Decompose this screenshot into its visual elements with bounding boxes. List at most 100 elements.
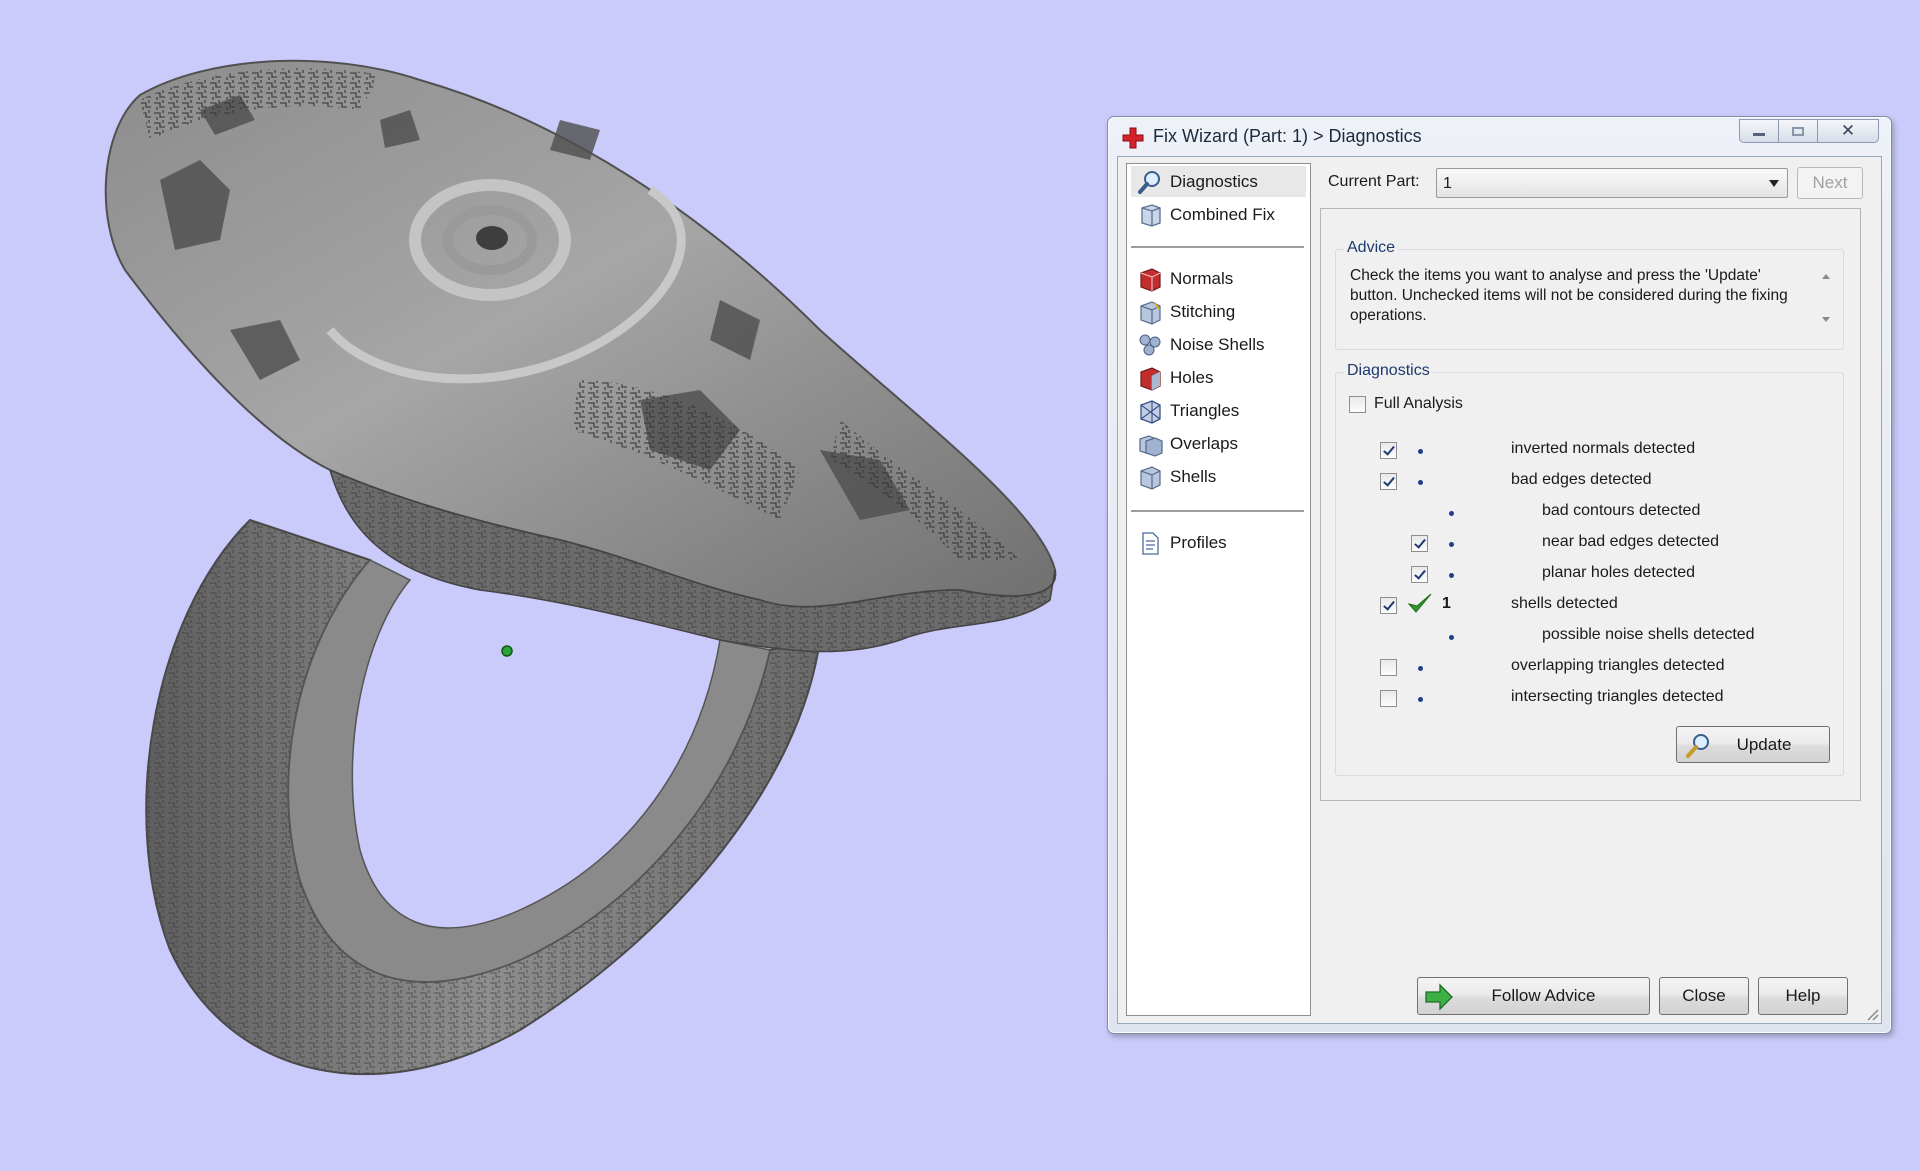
diagnostic-row-label: bad contours detected <box>1542 502 1701 519</box>
planar-holes-checkbox[interactable] <box>1411 566 1428 583</box>
nav-item-holes[interactable]: Holes <box>1131 362 1306 393</box>
red-cross-icon <box>1122 127 1144 149</box>
help-button-label: Help <box>1785 986 1821 1005</box>
near-bad-edges-checkbox[interactable] <box>1411 535 1428 552</box>
help-button[interactable]: Help <box>1758 977 1848 1015</box>
diagnostic-row-label: shells detected <box>1511 595 1618 612</box>
update-button[interactable]: Update <box>1676 726 1830 763</box>
advice-group: Advice Check the items you want to analy… <box>1335 239 1844 350</box>
normals-cube-icon <box>1140 267 1161 292</box>
diagnostics-group: Diagnostics Full Analysis inverted norma… <box>1335 362 1844 776</box>
follow-advice-label: Follow Advice <box>1491 986 1596 1005</box>
window-title: Fix Wizard (Part: 1) > Diagnostics <box>1153 126 1422 146</box>
shells-checkbox[interactable] <box>1380 597 1397 614</box>
nav-item-label: Combined Fix <box>1170 204 1275 224</box>
3d-viewport[interactable] <box>0 0 1100 1171</box>
step-navigation-list: Diagnostics Combined Fix Normals Stitchi… <box>1126 163 1311 1016</box>
inverted-normals-checkbox[interactable] <box>1380 442 1397 459</box>
triangles-icon <box>1140 399 1161 424</box>
maximize-icon <box>1792 126 1804 136</box>
diagnostic-row-label: inverted normals detected <box>1511 440 1696 457</box>
close-button[interactable]: Close <box>1659 977 1749 1015</box>
status-dot-icon <box>1449 542 1454 547</box>
nav-item-normals[interactable]: Normals <box>1131 263 1306 294</box>
status-dot-icon <box>1418 697 1423 702</box>
current-part-label: Current Part: <box>1328 173 1420 190</box>
diagnostic-row-label: intersecting triangles detected <box>1511 688 1724 705</box>
noise-shells-icon <box>1139 334 1161 355</box>
magnifier-icon <box>1138 170 1160 194</box>
nav-item-label: Triangles <box>1170 400 1240 420</box>
chevron-down-icon <box>1769 180 1779 187</box>
minimize-button[interactable] <box>1739 119 1779 143</box>
advice-scrollbar[interactable] <box>1817 266 1835 326</box>
maximize-button[interactable] <box>1778 119 1818 143</box>
diagnostic-row-label: near bad edges detected <box>1542 533 1720 550</box>
nav-item-diagnostics[interactable]: Diagnostics <box>1131 166 1306 197</box>
status-dot-icon <box>1449 573 1454 578</box>
advice-title: Advice <box>1344 239 1399 257</box>
overlaps-icon <box>1139 434 1163 457</box>
current-part-value: 1 <box>1443 175 1452 192</box>
nav-item-noise-shells[interactable]: Noise Shells <box>1131 329 1306 360</box>
magnifier-icon <box>1686 734 1709 758</box>
pivot-point <box>501 645 513 657</box>
shells-icon <box>1140 465 1161 490</box>
close-window-button[interactable]: ✕ <box>1817 119 1879 143</box>
wizard-client-area: Diagnostics Combined Fix Normals Stitchi… <box>1117 156 1882 1024</box>
status-dot-icon <box>1449 511 1454 516</box>
holes-cube-icon <box>1140 366 1161 391</box>
scroll-up-icon <box>1822 274 1830 279</box>
green-arrow-icon <box>1425 983 1453 1011</box>
shells-count: 1 <box>1442 595 1451 612</box>
scroll-down-icon <box>1822 317 1830 322</box>
title-bar[interactable]: Fix Wizard (Part: 1) > Diagnostics ✕ <box>1108 117 1891 157</box>
nav-item-label: Normals <box>1170 268 1234 288</box>
next-button[interactable]: Next <box>1797 167 1863 199</box>
follow-advice-button[interactable]: Follow Advice <box>1417 977 1650 1015</box>
nav-item-combined-fix[interactable]: Combined Fix <box>1131 199 1306 230</box>
nav-item-label: Profiles <box>1170 532 1227 552</box>
diagnostic-row-label: bad edges detected <box>1511 471 1652 488</box>
diagnostic-row-label: overlapping triangles detected <box>1511 657 1725 674</box>
nav-item-label: Overlaps <box>1170 433 1239 453</box>
fix-wizard-window: Fix Wizard (Part: 1) > Diagnostics ✕ Dia… <box>1107 116 1892 1034</box>
minimize-icon <box>1753 132 1765 136</box>
nav-item-label: Shells <box>1170 466 1217 486</box>
full-analysis-checkbox[interactable] <box>1349 396 1366 413</box>
nav-item-label: Stitching <box>1170 301 1236 321</box>
nav-item-stitching[interactable]: Stitching <box>1131 296 1306 327</box>
nav-item-label: Holes <box>1170 367 1214 387</box>
nav-item-triangles[interactable]: Triangles <box>1131 395 1306 426</box>
nav-item-overlaps[interactable]: Overlaps <box>1131 428 1306 459</box>
advice-text: Check the items you want to analyse and … <box>1350 267 1788 324</box>
nav-item-label: Diagnostics <box>1170 171 1258 191</box>
close-icon: ✕ <box>1840 121 1856 140</box>
stitching-cube-icon <box>1140 300 1161 325</box>
document-icon <box>1142 531 1159 555</box>
green-check-icon <box>1407 593 1432 613</box>
ring-model <box>104 59 1057 1076</box>
resize-grip-icon[interactable] <box>1865 1007 1879 1021</box>
full-analysis-label: Full Analysis <box>1374 395 1463 412</box>
update-button-label: Update <box>1736 734 1792 754</box>
diagnostics-page: Advice Check the items you want to analy… <box>1320 208 1861 801</box>
current-part-dropdown[interactable]: 1 <box>1436 168 1788 198</box>
status-dot-icon <box>1449 635 1454 640</box>
bad-edges-checkbox[interactable] <box>1380 473 1397 490</box>
nav-item-label: Noise Shells <box>1170 334 1265 354</box>
diagnostics-title: Diagnostics <box>1344 362 1433 380</box>
intersecting-triangles-checkbox[interactable] <box>1380 690 1397 707</box>
status-dot-icon <box>1418 449 1423 454</box>
nav-divider <box>1131 246 1304 249</box>
nav-item-shells[interactable]: Shells <box>1131 461 1306 492</box>
close-button-label: Close <box>1682 986 1726 1005</box>
status-dot-icon <box>1418 480 1423 485</box>
overlapping-triangles-checkbox[interactable] <box>1380 659 1397 676</box>
diagnostic-row-label: possible noise shells detected <box>1542 626 1755 643</box>
nav-item-profiles[interactable]: Profiles <box>1131 527 1306 558</box>
cube-stack-icon <box>1141 203 1161 227</box>
diagnostic-row-label: planar holes detected <box>1542 564 1695 581</box>
next-button-label: Next <box>1812 173 1848 192</box>
nav-divider <box>1131 510 1304 513</box>
